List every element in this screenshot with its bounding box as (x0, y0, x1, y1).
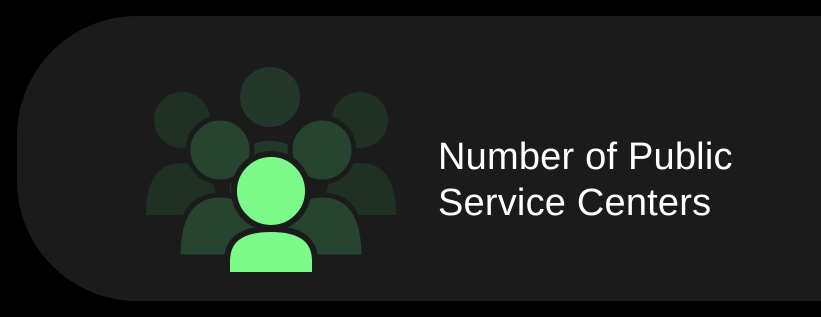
stat-card: Number of Public Service Centers (17, 16, 821, 301)
stat-title: Number of Public Service Centers (438, 134, 733, 226)
front-person-icon (224, 151, 318, 278)
stat-title-line-2: Service Centers (438, 182, 712, 224)
stat-title-line-1: Number of Public (438, 136, 733, 178)
people-group-icon (142, 65, 402, 295)
